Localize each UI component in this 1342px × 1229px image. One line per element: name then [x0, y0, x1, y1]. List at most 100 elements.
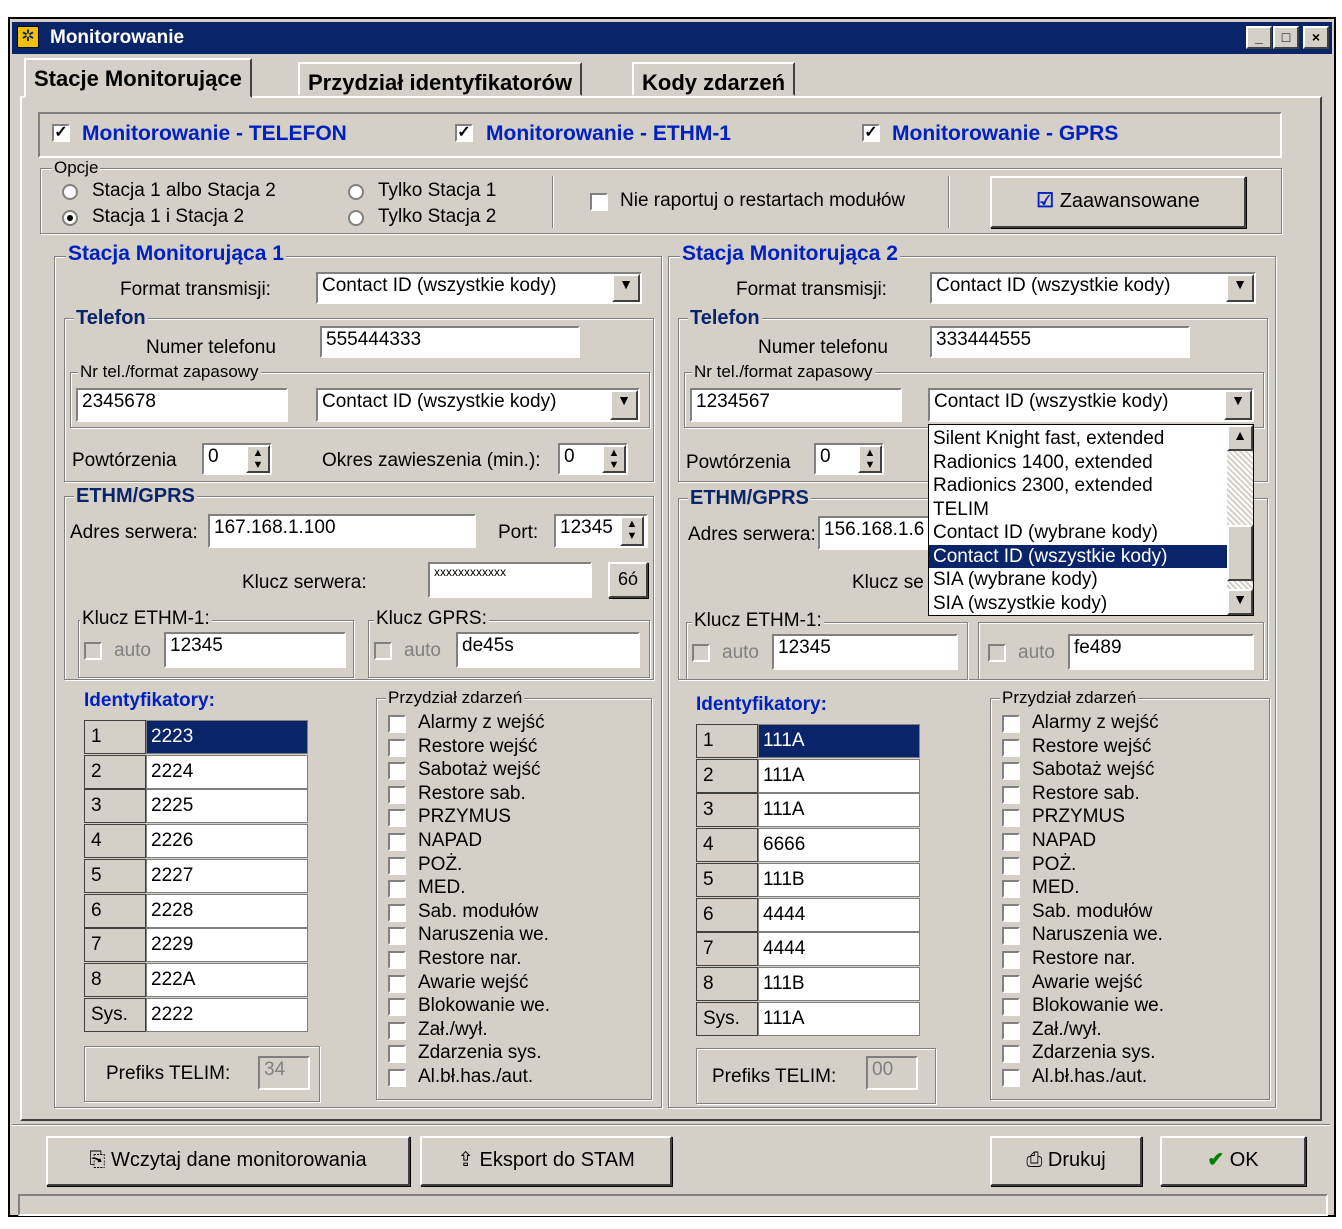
backup-format-select-2[interactable]: Contact ID (wszystkie kody)	[928, 388, 1254, 422]
radio-stacja1-i-2[interactable]	[62, 210, 78, 226]
event-checkbox[interactable]	[388, 880, 406, 899]
radio-tylko-stacja1[interactable]	[348, 184, 364, 200]
event-checkbox[interactable]	[388, 785, 406, 804]
id-value-input[interactable]: 2227	[146, 858, 308, 893]
chevron-down-icon[interactable]: ▼	[610, 390, 638, 420]
id-value-input[interactable]: 111B	[758, 966, 920, 1001]
event-checkbox[interactable]	[388, 1045, 406, 1064]
id-value-input[interactable]: 2223	[146, 720, 308, 754]
id-value-input[interactable]: 111A	[758, 758, 920, 793]
backup-format-select-1[interactable]: Contact ID (wszystkie kody)	[316, 388, 640, 422]
event-checkbox[interactable]	[388, 927, 406, 946]
ethm-key-input-2[interactable]: 12345	[772, 634, 958, 670]
tab-przydzial[interactable]: Przydział identyfikatorów	[298, 62, 583, 96]
scroll-thumb[interactable]	[1227, 525, 1253, 581]
id-value-input[interactable]: 2226	[146, 824, 308, 859]
event-checkbox[interactable]	[1002, 951, 1020, 969]
event-checkbox[interactable]	[388, 738, 406, 757]
format-select-2[interactable]: Contact ID (wszystkie kody)	[930, 272, 1256, 304]
id-value-input[interactable]: 111A	[758, 793, 920, 828]
auto-checkbox[interactable]	[374, 642, 392, 660]
scroll-up-icon[interactable]: ▲	[1227, 425, 1253, 451]
maximize-button[interactable]: □	[1273, 26, 1299, 49]
event-checkbox[interactable]	[1002, 1069, 1020, 1087]
spin-icon[interactable]: ▲ ▼	[246, 445, 270, 473]
event-checkbox[interactable]	[388, 1021, 406, 1040]
radio-stacja1-albo-2[interactable]	[62, 184, 78, 200]
scroll-down-icon[interactable]: ▼	[1227, 589, 1253, 615]
event-checkbox[interactable]	[388, 762, 406, 781]
ok-button[interactable]: ✔ OK	[1160, 1136, 1306, 1186]
backup-phone-input-1[interactable]: 2345678	[76, 388, 288, 422]
tab-kody[interactable]: Kody zdarzeń	[632, 62, 796, 96]
event-checkbox[interactable]	[1002, 856, 1020, 875]
tab-stacje[interactable]: Stacje Monitorujące	[24, 58, 252, 98]
id-value-input[interactable]: 2222	[146, 997, 308, 1032]
minimize-button[interactable]: _	[1246, 26, 1272, 49]
close-button[interactable]: ×	[1303, 26, 1329, 49]
gprs-key-input-1[interactable]: de45s	[456, 632, 640, 668]
event-checkbox[interactable]	[388, 715, 406, 733]
dropdown-option[interactable]: SIA (wybrane kody)	[929, 568, 1227, 592]
id-value-input[interactable]: 2225	[146, 789, 308, 824]
phone-input-2[interactable]: 333444555	[930, 326, 1190, 358]
advanced-button[interactable]: ☑ Zaawansowane	[990, 176, 1246, 228]
event-checkbox[interactable]	[1002, 998, 1020, 1017]
auto-checkbox[interactable]	[84, 642, 102, 660]
event-checkbox[interactable]	[1002, 715, 1020, 733]
export-button[interactable]: ⇪ Eksport do STAM	[420, 1136, 672, 1186]
format-dropdown-list[interactable]: Silent Knight fast, extended Radionics 14…	[928, 424, 1254, 616]
event-checkbox[interactable]	[388, 833, 406, 851]
dropdown-option[interactable]: Contact ID (wybrane kody)	[929, 521, 1227, 545]
event-checkbox[interactable]	[1002, 762, 1020, 781]
id-value-input[interactable]: 4444	[758, 897, 920, 932]
event-checkbox[interactable]	[388, 856, 406, 875]
spin-icon[interactable]: ▲ ▼	[858, 445, 882, 473]
id-value-input[interactable]: 222A	[146, 962, 308, 997]
event-checkbox[interactable]	[388, 998, 406, 1017]
event-checkbox[interactable]	[388, 974, 406, 993]
event-checkbox[interactable]	[1002, 1021, 1020, 1040]
auto-checkbox[interactable]	[988, 644, 1006, 662]
dropdown-option[interactable]: Silent Knight fast, extended	[929, 427, 1227, 451]
format-select-1[interactable]: Contact ID (wszystkie kody)	[316, 272, 642, 304]
event-checkbox[interactable]	[1002, 738, 1020, 757]
load-button[interactable]: ⎘ Wczytaj dane monitorowania	[46, 1136, 410, 1186]
show-key-button-1[interactable]: 6ó	[608, 562, 648, 598]
id-value-input[interactable]: 111B	[758, 862, 920, 897]
ethm-checkbox[interactable]: ✓	[455, 124, 473, 142]
phone-input-1[interactable]: 555444333	[320, 326, 580, 358]
event-checkbox[interactable]	[1002, 903, 1020, 922]
event-checkbox[interactable]	[388, 903, 406, 922]
prefix-input-2[interactable]: 00	[866, 1056, 918, 1090]
spin-icon[interactable]: ▲ ▼	[620, 516, 644, 546]
spin-icon[interactable]: ▲ ▼	[602, 445, 626, 473]
event-checkbox[interactable]	[1002, 809, 1020, 828]
dropdown-option[interactable]: Contact ID (wszystkie kody)	[929, 544, 1227, 568]
dropdown-option[interactable]: TELIM	[929, 498, 1227, 522]
ethm-key-input-1[interactable]: 12345	[164, 632, 346, 668]
chevron-down-icon[interactable]: ▼	[612, 274, 640, 302]
backup-phone-input-2[interactable]: 1234567	[690, 388, 902, 422]
dropdown-option[interactable]: SIA (wszystkie kody)	[929, 592, 1227, 616]
no-restart-checkbox[interactable]	[590, 193, 608, 211]
radio-tylko-stacja2[interactable]	[348, 210, 364, 226]
auto-checkbox[interactable]	[692, 644, 710, 662]
dropdown-scrollbar[interactable]	[1227, 425, 1253, 615]
id-value-input[interactable]: 6666	[758, 828, 920, 863]
chevron-down-icon[interactable]: ▼	[1224, 390, 1252, 420]
event-checkbox[interactable]	[1002, 833, 1020, 851]
dropdown-option[interactable]: Radionics 2300, extended	[929, 474, 1227, 498]
gprs-key-input-2[interactable]: fe489	[1068, 634, 1254, 670]
dropdown-option[interactable]: Radionics 1400, extended	[929, 451, 1227, 475]
server-input-1[interactable]: 167.168.1.100	[208, 514, 476, 548]
id-value-input[interactable]: 2229	[146, 928, 308, 963]
chevron-down-icon[interactable]: ▼	[1226, 274, 1254, 302]
event-checkbox[interactable]	[1002, 880, 1020, 899]
id-value-input[interactable]: 111A	[758, 724, 920, 758]
event-checkbox[interactable]	[1002, 927, 1020, 946]
id-value-input[interactable]: 4444	[758, 932, 920, 967]
event-checkbox[interactable]	[1002, 1045, 1020, 1064]
server-key-input-1[interactable]: xxxxxxxxxxxx	[428, 562, 592, 598]
id-value-input[interactable]: 2228	[146, 893, 308, 928]
